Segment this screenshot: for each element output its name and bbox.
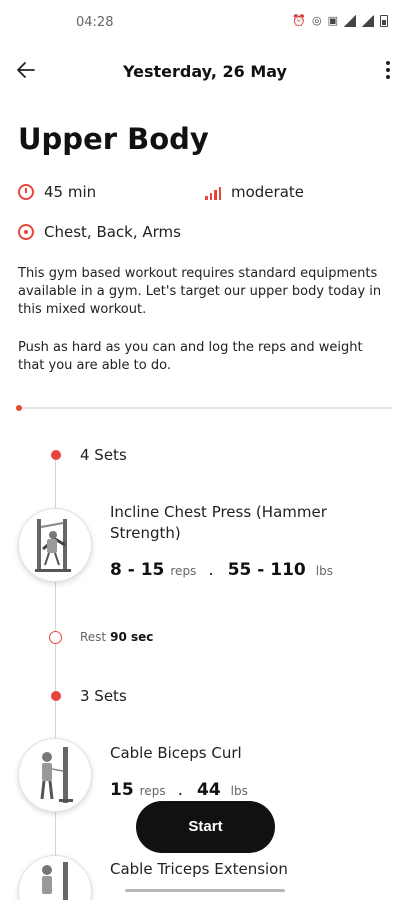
more-vertical-icon	[378, 61, 398, 79]
timer-icon	[18, 184, 34, 200]
intensity-row: moderate	[205, 183, 304, 201]
intensity-value: moderate	[231, 183, 305, 201]
workout-title: Upper Body	[18, 122, 209, 156]
description-paragraph-1: This gym based workout requires standard…	[18, 266, 382, 317]
stats-separator: .	[177, 780, 183, 800]
workout-progress-bar	[16, 405, 392, 411]
reps-value: 15	[110, 780, 134, 800]
weight-value: 55 - 110	[227, 560, 306, 580]
description-paragraph-2: Push as hard as you can and log the reps…	[18, 340, 363, 373]
rest-value: 90 sec	[110, 630, 154, 644]
triceps-extension-icon	[42, 862, 68, 900]
rest-row: Rest 90 sec	[80, 630, 153, 644]
set-marker	[51, 691, 61, 701]
reps-unit: reps	[139, 784, 166, 798]
duration-value: 45 min	[44, 183, 97, 201]
muscles-value: Chest, Back, Arms	[44, 223, 181, 241]
start-button[interactable]: Start	[136, 801, 275, 853]
sets-label: 4 Sets	[80, 446, 127, 464]
progress-indicator	[16, 405, 22, 411]
rest-label: Rest	[80, 630, 107, 644]
home-indicator[interactable]	[125, 889, 285, 892]
sets-label: 3 Sets	[80, 687, 127, 705]
weight-value: 44	[197, 780, 221, 800]
weight-unit: lbs	[315, 564, 333, 578]
battery-icon	[380, 14, 388, 27]
stats-separator: .	[208, 560, 214, 580]
exercise-thumbnail[interactable]	[18, 855, 92, 900]
muscles-row: Chest, Back, Arms	[18, 223, 181, 241]
status-time: 04:28	[76, 15, 114, 30]
reps-value: 8 - 15	[110, 560, 165, 580]
exercise-thumbnail[interactable]	[18, 738, 92, 812]
signal-icon-2	[362, 14, 374, 27]
signal-icon	[344, 14, 356, 27]
hotspot-icon: ◎	[311, 14, 322, 27]
status-icons: ⏰ ◎ ▣	[292, 14, 388, 27]
exercise-stats: 15 reps . 44 lbs	[110, 780, 248, 800]
exercise-name[interactable]: Cable Triceps Extension	[110, 859, 380, 880]
intensity-bars-icon	[205, 184, 221, 200]
set-marker	[51, 450, 61, 460]
duration-row: 45 min	[18, 183, 96, 201]
exercise-thumbnail[interactable]	[18, 508, 92, 582]
rest-marker	[49, 631, 62, 644]
chest-press-machine-icon	[35, 519, 71, 572]
status-bar: 04:28 ⏰ ◎ ▣	[0, 0, 410, 46]
exercise-name[interactable]: Cable Biceps Curl	[110, 743, 380, 764]
weight-unit: lbs	[230, 784, 248, 798]
exercise-name[interactable]: Incline Chest Press (Hammer Strength)	[110, 502, 380, 544]
date-title: Yesterday, 26 May	[123, 62, 287, 81]
app-bar: Yesterday, 26 May	[0, 50, 410, 94]
more-options-button[interactable]	[378, 58, 398, 86]
cable-curl-icon	[40, 747, 73, 803]
target-icon	[18, 224, 34, 240]
exercise-stats: 8 - 15 reps . 55 - 110 lbs	[110, 560, 333, 580]
volte-icon: ▣	[327, 14, 338, 27]
alarm-icon: ⏰	[292, 14, 306, 27]
reps-unit: reps	[170, 564, 197, 578]
